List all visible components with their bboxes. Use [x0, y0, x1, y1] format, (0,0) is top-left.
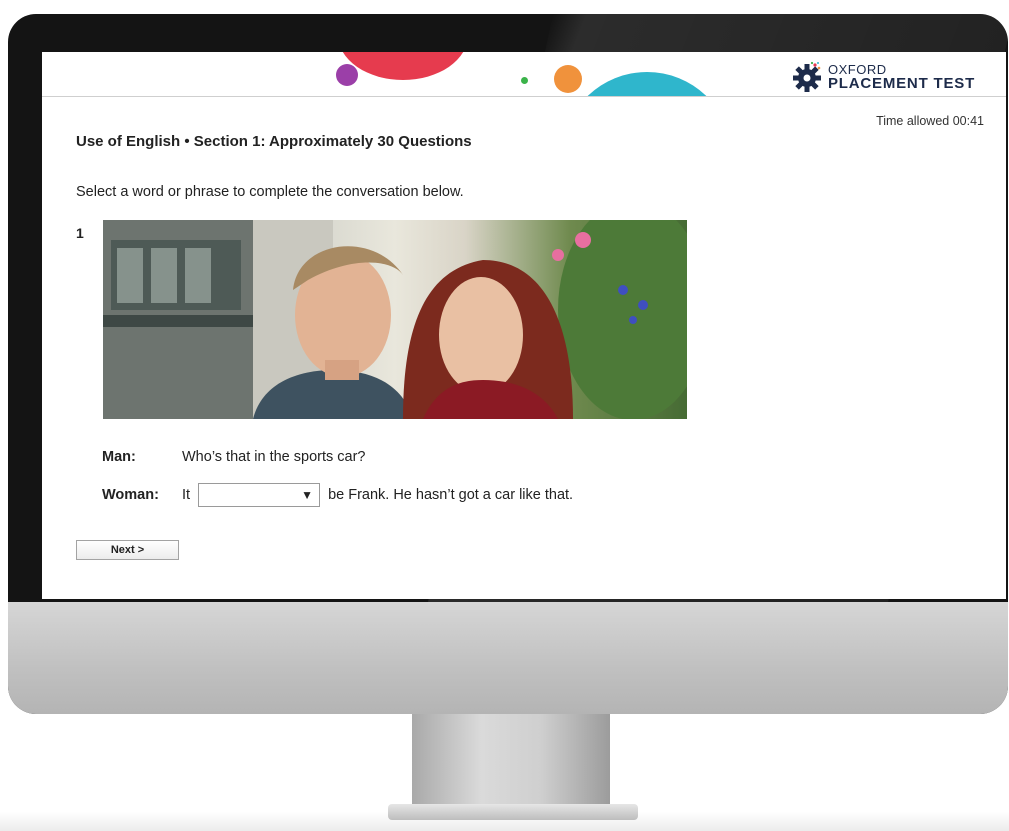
time-allowed: Time allowed 00:41 — [876, 114, 984, 128]
woman-line-before: It — [182, 487, 191, 503]
answer-dropdown[interactable]: ▼ — [198, 483, 321, 507]
conversation-man: Man: Who’s that in the sports car? — [102, 449, 366, 465]
caret-down-icon: ▼ — [301, 488, 314, 502]
conversation-woman: Woman: It ▼ be Frank. He hasn’t got a ca… — [102, 483, 573, 507]
photo-illustration — [103, 220, 687, 419]
monitor: OXFORD PLACEMENT TEST Time allowed 00:41… — [8, 14, 1008, 714]
screen: OXFORD PLACEMENT TEST Time allowed 00:41… — [42, 52, 1006, 599]
gear-icon — [793, 61, 821, 92]
speaker-man-label: Man: — [102, 449, 136, 465]
monitor-stand-neck — [412, 714, 610, 809]
oxford-placement-test-logo: OXFORD PLACEMENT TEST — [790, 60, 1000, 94]
decor-orange-dot — [554, 65, 582, 93]
decor-teal-shape — [564, 72, 730, 96]
speaker-woman-label: Woman: — [102, 487, 159, 503]
logo-line-placement-test: PLACEMENT TEST — [828, 75, 976, 92]
instructions: Select a word or phrase to complete the … — [76, 184, 464, 200]
monitor-stand-foot — [388, 804, 638, 820]
header-strip: OXFORD PLACEMENT TEST — [42, 52, 1006, 97]
next-button[interactable]: Next > — [76, 540, 179, 560]
section-title: Use of English • Section 1: Approximatel… — [76, 133, 472, 150]
decor-green-dot — [521, 77, 528, 84]
monitor-chin — [8, 602, 1008, 714]
decor-purple-dot — [336, 64, 358, 86]
question-photo — [103, 220, 687, 419]
woman-line-after: be Frank. He hasn’t got a car like that. — [328, 487, 574, 503]
question-number: 1 — [76, 225, 84, 241]
man-line: Who’s that in the sports car? — [182, 449, 366, 465]
